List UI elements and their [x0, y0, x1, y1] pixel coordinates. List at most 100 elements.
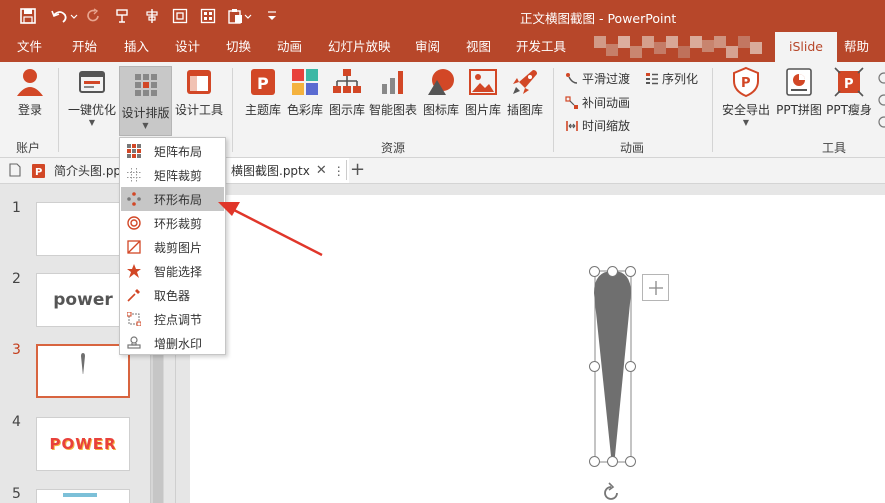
tab-developer[interactable]: 开发工具 [516, 32, 566, 62]
stamp-icon [127, 336, 141, 349]
document-icon [8, 163, 22, 177]
diagram-library-button[interactable]: 图示库 [327, 66, 367, 118]
theme-library-label: 主题库 [244, 103, 281, 117]
doc-tab-current[interactable]: 横图截图.pptx ✕ ⋮ [227, 158, 349, 183]
slide-thumbnail-4[interactable]: POWER [36, 417, 130, 471]
ppt-merge-button[interactable]: PPT拼图 [775, 66, 823, 118]
menu-item-crop-image[interactable]: 裁剪图片 [121, 235, 224, 259]
color-palette-icon [292, 69, 318, 95]
menu-item-label: 取色器 [154, 288, 191, 303]
slide-number: 1 [12, 200, 21, 216]
chevron-down-icon: ▼ [742, 118, 750, 127]
safe-export-button[interactable]: P 安全导出 ▼ [720, 66, 772, 127]
resize-handle[interactable] [625, 361, 636, 372]
menu-item-label: 增删水印 [154, 336, 203, 351]
overflow-icons[interactable] [876, 70, 885, 130]
ppt-slim-label: PPT瘦身 [826, 103, 872, 117]
one-click-optimize-button[interactable]: 一键优化 ▼ [66, 66, 118, 127]
slide-thumbnail-3[interactable] [36, 344, 130, 398]
menu-item-control-point[interactable]: 控点调节 [121, 307, 224, 331]
menu-item-matrix-layout[interactable]: 矩阵布局 [121, 139, 224, 163]
ppt-slim-button[interactable]: P PPT瘦身 [825, 66, 873, 118]
new-tab-plus-icon[interactable]: + [350, 159, 365, 180]
close-icon[interactable]: ✕ [316, 163, 327, 178]
menu-item-watermark[interactable]: 增删水印 [121, 331, 224, 355]
ppt-merge-icon [786, 68, 812, 96]
tab-file[interactable]: 文件 [17, 32, 42, 62]
doc-tab-intro-label: 简介头图.ppt [54, 164, 126, 178]
design-layout-button[interactable]: 设计排版 ▼ [119, 66, 172, 136]
annotation-arrow [218, 202, 323, 257]
undo-icon[interactable] [50, 6, 80, 26]
resize-handle[interactable] [589, 266, 600, 277]
login-button[interactable]: 登录 [12, 66, 48, 118]
ppt-merge-label: PPT拼图 [776, 103, 822, 117]
tween-animation-button[interactable]: 补间动画 [565, 94, 630, 111]
redo-icon[interactable] [84, 6, 104, 26]
menu-item-ring-layout[interactable]: 环形布局 [121, 187, 224, 211]
smart-chart-button[interactable]: 智能图表 [368, 66, 418, 118]
smooth-transition-button[interactable]: 平滑过渡 [565, 70, 630, 87]
svg-text:P: P [844, 77, 854, 92]
image-library-button[interactable]: 图片库 [463, 66, 503, 118]
icon-library-button[interactable]: 图标库 [421, 66, 461, 118]
document-title: 正文横图截图 - PowerPoint [520, 11, 677, 26]
resize-handle[interactable] [589, 456, 600, 467]
resize-handle[interactable] [625, 266, 636, 277]
save-icon[interactable] [18, 6, 38, 26]
time-scale-button[interactable]: 时间缩放 [565, 117, 630, 134]
ring-layout-icon [127, 192, 141, 206]
format-painter-icon[interactable] [112, 6, 132, 26]
separator [712, 68, 713, 152]
svg-text:P: P [257, 74, 269, 93]
svg-text:P: P [35, 167, 42, 178]
slide-thumbnail-2[interactable]: power [36, 273, 130, 327]
tab-home[interactable]: 开始 [72, 32, 97, 62]
tab-review[interactable]: 审阅 [415, 32, 440, 62]
rotate-handle-icon[interactable] [600, 482, 622, 503]
menu-item-smart-select[interactable]: 智能选择 [121, 259, 224, 283]
tab-animations[interactable]: 动画 [277, 32, 302, 62]
align-center-icon[interactable] [142, 6, 162, 26]
resize-handle[interactable] [607, 456, 618, 467]
menu-item-ring-crop[interactable]: 环形裁剪 [121, 211, 224, 235]
tab-help[interactable]: 帮助 [844, 32, 869, 62]
sequence-button[interactable]: 序列化 [645, 70, 698, 87]
slide-number: 2 [12, 271, 21, 287]
tab-view[interactable]: 视图 [466, 32, 491, 62]
theme-library-button[interactable]: P 主题库 [243, 66, 283, 118]
exclamation-shape[interactable] [585, 263, 641, 503]
doc-tab-intro[interactable]: P 简介头图.ppt [32, 158, 126, 183]
menu-item-color-picker[interactable]: 取色器 [121, 283, 224, 307]
ppt-slim-icon: P [834, 67, 864, 97]
resize-handle[interactable] [607, 266, 618, 277]
crop-image-icon [127, 240, 141, 254]
tween-animation-label: 补间动画 [582, 96, 631, 110]
shield-icon: P [733, 66, 759, 98]
paste-icon[interactable] [226, 6, 254, 26]
design-tools-label: 设计工具 [174, 103, 223, 117]
grid-icon[interactable] [198, 6, 218, 26]
color-library-button[interactable]: 色彩库 [285, 66, 325, 118]
resize-handle[interactable] [589, 361, 600, 372]
illustration-library-button[interactable]: 插图库 [505, 66, 545, 118]
customize-icon[interactable] [262, 6, 282, 26]
design-tools-button[interactable]: 设计工具 [174, 66, 224, 118]
menu-item-label: 智能选择 [154, 264, 203, 279]
tab-islide[interactable]: iSlide [775, 32, 837, 62]
slide-number: 5 [12, 486, 21, 502]
tab-transitions[interactable]: 切换 [226, 32, 251, 62]
group-tools-label: 工具 [822, 141, 847, 155]
user-icon [17, 69, 43, 96]
more-icon[interactable]: ⋮ [333, 164, 345, 178]
tab-design[interactable]: 设计 [175, 32, 200, 62]
menu-item-matrix-crop[interactable]: 矩阵裁剪 [121, 163, 224, 187]
tab-insert[interactable]: 插入 [124, 32, 149, 62]
slide-thumbnail-1[interactable] [36, 202, 130, 256]
select-icon[interactable] [170, 6, 190, 26]
slide-thumbnail-5[interactable] [36, 489, 130, 503]
resize-handle[interactable] [625, 456, 636, 467]
layout-options-plus-icon[interactable] [642, 274, 669, 301]
ring-crop-icon [127, 216, 141, 230]
tab-slideshow[interactable]: 幻灯片放映 [328, 32, 391, 62]
